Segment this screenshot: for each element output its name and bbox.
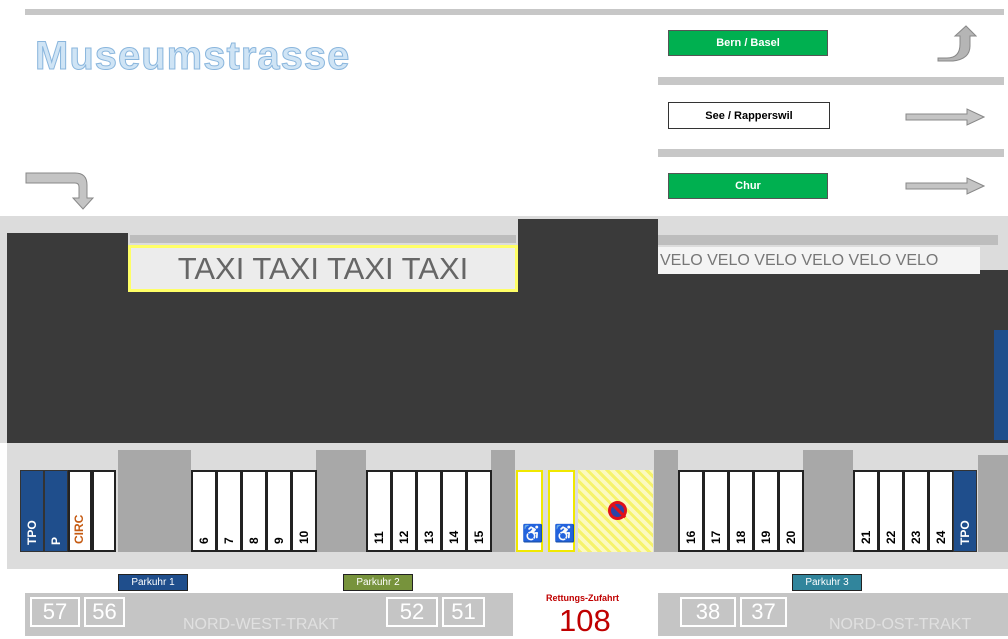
parking-slot-23: 23 xyxy=(903,470,929,552)
parking-slot-13: 13 xyxy=(416,470,442,552)
direction-see-rapperswil: See / Rapperswil xyxy=(668,102,830,129)
lane-divider-2 xyxy=(658,149,1004,157)
tpo-label: TPO xyxy=(958,520,972,545)
blue-edge-marker xyxy=(994,330,1008,440)
entrance-52: 52 xyxy=(386,597,438,627)
pillar xyxy=(118,450,191,552)
tpo-spot-right: TPO xyxy=(953,470,977,552)
direction-chur: Chur xyxy=(668,173,828,199)
no-parking-icon xyxy=(608,501,627,520)
rettung-number: 108 xyxy=(559,603,611,638)
entrance-38: 38 xyxy=(680,597,736,627)
direction-bern-basel: Bern / Basel xyxy=(668,30,828,56)
parking-slot-19: 19 xyxy=(753,470,779,552)
handicap-spot-1: ♿ xyxy=(516,470,543,552)
pillar xyxy=(491,450,515,552)
curved-up-arrow-icon xyxy=(935,24,977,62)
building-block-right xyxy=(658,270,1008,310)
parkuhr-3: Parkuhr 3 xyxy=(792,574,862,591)
parking-slot-12: 12 xyxy=(391,470,417,552)
parking-slot-22: 22 xyxy=(878,470,904,552)
parking-slot-10: 10 xyxy=(291,470,317,552)
parking-slot-15: 15 xyxy=(466,470,492,552)
pillar xyxy=(803,450,853,552)
blank-spot xyxy=(92,470,116,552)
parking-slot-20: 20 xyxy=(778,470,804,552)
top-divider xyxy=(25,9,1004,15)
street-title: Museumstrasse xyxy=(34,34,351,79)
parking-slot-8: 8 xyxy=(241,470,267,552)
parking-slot-18: 18 xyxy=(728,470,754,552)
right-arrow-icon xyxy=(905,177,985,195)
circ-label: CIRC xyxy=(72,514,86,544)
curb-taxi xyxy=(130,235,516,243)
tpo-label: TPO xyxy=(25,520,39,545)
parking-slot-11: 11 xyxy=(366,470,392,552)
circ-spot: CIRC xyxy=(68,470,92,552)
building-block-center xyxy=(7,292,1008,443)
parking-slot-7: 7 xyxy=(216,470,242,552)
parking-slot-9: 9 xyxy=(266,470,292,552)
wheelchair-icon: ♿ xyxy=(522,524,544,543)
p-label: P xyxy=(49,536,63,545)
entrance-51: 51 xyxy=(442,597,485,627)
entrance-37: 37 xyxy=(740,597,787,627)
turn-down-arrow-icon xyxy=(25,172,95,210)
pillar xyxy=(978,455,1008,552)
parking-slot-16: 16 xyxy=(678,470,704,552)
p-spot: P xyxy=(44,470,68,552)
east-wing-label: NORD-OST-TRAKT xyxy=(829,616,972,633)
parking-slot-14: 14 xyxy=(441,470,467,552)
rettung-label: Rettungs-Zufahrt xyxy=(546,593,619,603)
taxi-zone: TAXI TAXI TAXI TAXI xyxy=(128,245,518,292)
pillar xyxy=(654,450,678,552)
pillar xyxy=(316,450,366,552)
entrance-57: 57 xyxy=(30,597,80,627)
velo-zone: VELO VELO VELO VELO VELO VELO xyxy=(658,247,980,274)
handicap-spot-2: ♿ xyxy=(548,470,575,552)
entrance-56: 56 xyxy=(84,597,125,627)
tpo-spot-left: TPO xyxy=(20,470,44,552)
wheelchair-icon: ♿ xyxy=(554,524,576,543)
parking-slot-24: 24 xyxy=(928,470,954,552)
parkuhr-1: Parkuhr 1 xyxy=(118,574,188,591)
building-block-mid xyxy=(518,219,658,299)
west-wing-label: NORD-WEST-TRAKT xyxy=(183,616,339,633)
parkuhr-2: Parkuhr 2 xyxy=(343,574,413,591)
curb-velo xyxy=(658,235,998,245)
parking-slot-21: 21 xyxy=(853,470,879,552)
lane-divider-1 xyxy=(658,77,1004,85)
parking-slot-17: 17 xyxy=(703,470,729,552)
parking-slot-6: 6 xyxy=(191,470,217,552)
right-arrow-icon xyxy=(905,108,985,126)
